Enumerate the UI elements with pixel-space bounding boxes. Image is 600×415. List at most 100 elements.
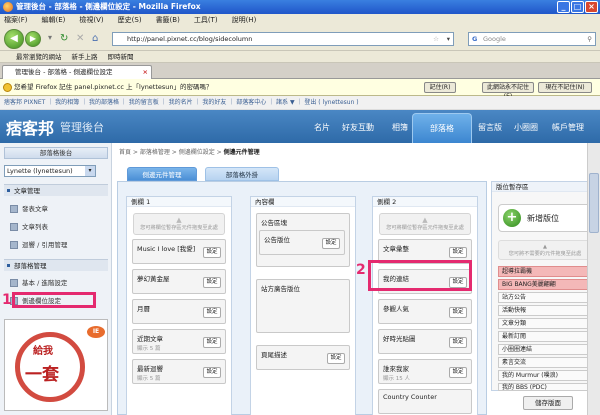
- storage-item[interactable]: 活動快報: [498, 305, 592, 316]
- maximize-button[interactable]: □: [571, 1, 584, 13]
- module-recent-comments[interactable]: 最新迴響 顯示 5 篇 設定: [132, 359, 226, 384]
- nav-groups[interactable]: 小圈圈: [514, 122, 538, 133]
- url-bar[interactable]: http://panel.pixnet.cc/blog/sidecolumn ☆…: [112, 32, 454, 46]
- module-settings-button[interactable]: 設定: [327, 353, 345, 364]
- module-settings-button[interactable]: 設定: [449, 367, 467, 378]
- nav-blog[interactable]: 部落格: [412, 113, 472, 143]
- back-icon[interactable]: ◀: [4, 29, 24, 49]
- module-settings-button[interactable]: 設定: [449, 337, 467, 348]
- storage-item[interactable]: 我的 Murmur (噗浪): [498, 370, 592, 381]
- close-window-button[interactable]: ×: [585, 1, 598, 13]
- home-icon[interactable]: ⌂: [92, 33, 98, 44]
- pixnet-logo[interactable]: 痞客邦: [6, 115, 54, 139]
- promo-line2: 一套: [25, 365, 59, 385]
- module-announcement[interactable]: 公告區塊 公告版位 設定: [256, 213, 350, 267]
- promo-banner[interactable]: 給我 一套 IE: [4, 319, 108, 411]
- never-remember-button[interactable]: 此網站永不記住(E): [482, 82, 534, 100]
- content-column: 內容欄 公告區塊 公告版位 設定 站方廣告版位 頁尾描述 設定: [250, 196, 356, 415]
- scrollbar-thumb[interactable]: [589, 173, 599, 233]
- nav-guestbook[interactable]: 留言版: [478, 122, 502, 133]
- chevron-down-icon[interactable]: ▾: [85, 166, 95, 176]
- drop-hint: ▲ 您可將欄位暫存區元件拖曳至此處: [379, 213, 471, 235]
- sidebar-item-settings[interactable]: 基本 / 進階設定: [8, 277, 108, 289]
- nav-card[interactable]: 名片: [314, 122, 330, 133]
- menu-bookmarks[interactable]: 書籤(B): [156, 14, 180, 27]
- storage-item[interactable]: 文章分類: [498, 318, 592, 329]
- tab-blog-plugins[interactable]: 部落格外掛: [205, 167, 279, 181]
- nav-account[interactable]: 帳戶管理: [552, 122, 584, 133]
- save-layout-button[interactable]: 儲存版面: [523, 396, 573, 410]
- search-icon[interactable]: ⚲: [587, 33, 592, 45]
- close-tab-icon[interactable]: ×: [143, 66, 148, 79]
- module-footer[interactable]: 頁尾描述 設定: [256, 345, 350, 370]
- nav-friends[interactable]: 好友互動: [342, 122, 374, 133]
- main-content: 首頁 > 部落格管理 > 側邊欄位設定 > 側邊元件管理 側邊元件管理 部落格外…: [113, 143, 600, 415]
- module-music[interactable]: Music I love [我愛] 設定: [132, 239, 226, 264]
- menu-view[interactable]: 檢視(V): [79, 14, 103, 27]
- module-settings-button[interactable]: 設定: [322, 238, 340, 249]
- sidebar-item-article-list[interactable]: 文章列表: [8, 221, 108, 233]
- module-recent-posts[interactable]: 近期文章 顯示 5 篇 設定: [132, 329, 226, 354]
- remember-password-button[interactable]: 記住(R): [424, 82, 456, 93]
- bookmark-most-visited[interactable]: 最常瀏覽的網站: [16, 51, 62, 62]
- menu-tools[interactable]: 工具(T): [194, 14, 218, 27]
- tab-widget-management[interactable]: 側邊元件管理: [127, 167, 197, 181]
- storage-item[interactable]: BIG BANG美麗翩翩: [498, 279, 592, 290]
- url-dropdown-icon[interactable]: ▾: [447, 33, 450, 45]
- module-title: 最新迴響: [137, 365, 163, 373]
- module-country-counter[interactable]: Country Counter: [378, 389, 472, 414]
- module-settings-button[interactable]: 設定: [203, 277, 221, 288]
- breadcrumb-blog[interactable]: 部落格管理: [140, 149, 170, 156]
- storage-item[interactable]: 小圈圈連結: [498, 344, 592, 355]
- module-stickers[interactable]: 好時光貼圖 設定: [378, 329, 472, 354]
- module-settings-button[interactable]: 設定: [203, 337, 221, 348]
- module-title: Music I love [我愛]: [137, 245, 196, 253]
- module-calendar[interactable]: 月曆 設定: [132, 299, 226, 324]
- storage-item[interactable]: 我的 BBS (PDC): [498, 383, 592, 391]
- browser-tab[interactable]: 管理後台 - 部落格 - 側邊欄位設定 ×: [2, 65, 152, 79]
- minimize-button[interactable]: _: [557, 1, 570, 13]
- stop-icon[interactable]: ✕: [76, 33, 84, 44]
- storage-item[interactable]: 站方公告: [498, 292, 592, 303]
- bookmark-latest-news[interactable]: 即時新聞: [108, 51, 134, 62]
- module-settings-button[interactable]: 設定: [203, 247, 221, 258]
- forward-icon[interactable]: ▶: [25, 31, 41, 47]
- sidebar-item-post-article[interactable]: 發表文章: [8, 203, 108, 215]
- storage-item[interactable]: 最新訂閱: [498, 331, 592, 342]
- module-settings-button[interactable]: 設定: [203, 367, 221, 378]
- bookmark-getting-started[interactable]: 新手上路: [72, 51, 98, 62]
- module-visitor-count[interactable]: 參觀人氣 設定: [378, 299, 472, 324]
- blog-select[interactable]: Lynette (lynettesun) ▾: [4, 165, 96, 177]
- bookmark-star-icon[interactable]: ☆: [433, 33, 439, 45]
- module-settings-button[interactable]: 設定: [203, 307, 221, 318]
- sidebar-section-articles[interactable]: 文章管理: [4, 184, 108, 196]
- menu-edit[interactable]: 編輯(E): [42, 14, 66, 27]
- storage-item[interactable]: 素言交流: [498, 357, 592, 368]
- module-golden-house[interactable]: 夢幻黃金屋 設定: [132, 269, 226, 294]
- not-now-button[interactable]: 現在不記住(N): [538, 82, 592, 93]
- reload-icon[interactable]: ↻: [60, 33, 68, 44]
- nav-album[interactable]: 相簿: [392, 122, 408, 133]
- password-notification-bar: 您希望 Firefox 記住 panel.pixnet.cc 上「lynette…: [0, 79, 600, 100]
- breadcrumb-home[interactable]: 首頁: [119, 149, 131, 156]
- sidebar-section-blog[interactable]: 部落格管理: [4, 259, 108, 271]
- breadcrumb-sidecolumn[interactable]: 側邊欄位設定: [179, 149, 215, 156]
- module-ad-slot[interactable]: 站方廣告版位: [256, 279, 350, 333]
- module-announcement-slot[interactable]: 公告版位 設定: [259, 230, 345, 255]
- sidebar-item-comments[interactable]: 迴響 / 引用管理: [8, 239, 108, 251]
- module-title: 近期文章: [137, 335, 163, 343]
- module-settings-button[interactable]: 設定: [449, 247, 467, 258]
- search-input[interactable]: G Google ⚲: [468, 32, 596, 46]
- add-widget-button[interactable]: + 新增版位: [498, 204, 592, 232]
- module-visitors[interactable]: 誰來我家 顯示 15 人 設定: [378, 359, 472, 384]
- storage-item[interactable]: 超導拉霸機: [498, 266, 592, 277]
- page-scrollbar[interactable]: [587, 143, 600, 415]
- menu-help[interactable]: 說明(H): [232, 14, 257, 27]
- menu-history[interactable]: 歷史(S): [118, 14, 142, 27]
- bookmarks-toolbar: 最常瀏覽的網站 新手上路 即時新聞: [0, 51, 600, 63]
- dropdown-icon[interactable]: ▾: [48, 33, 52, 42]
- pixnet-user-nav[interactable]: 痞客邦 PIXNET ｜ 我的相簿 ｜ 我的部落格 ｜ 我的留言板 ｜ 我的名片…: [0, 96, 600, 110]
- menu-file[interactable]: 檔案(F): [4, 14, 28, 27]
- module-settings-button[interactable]: 設定: [449, 307, 467, 318]
- storage-title: 版位暫存區: [492, 182, 597, 192]
